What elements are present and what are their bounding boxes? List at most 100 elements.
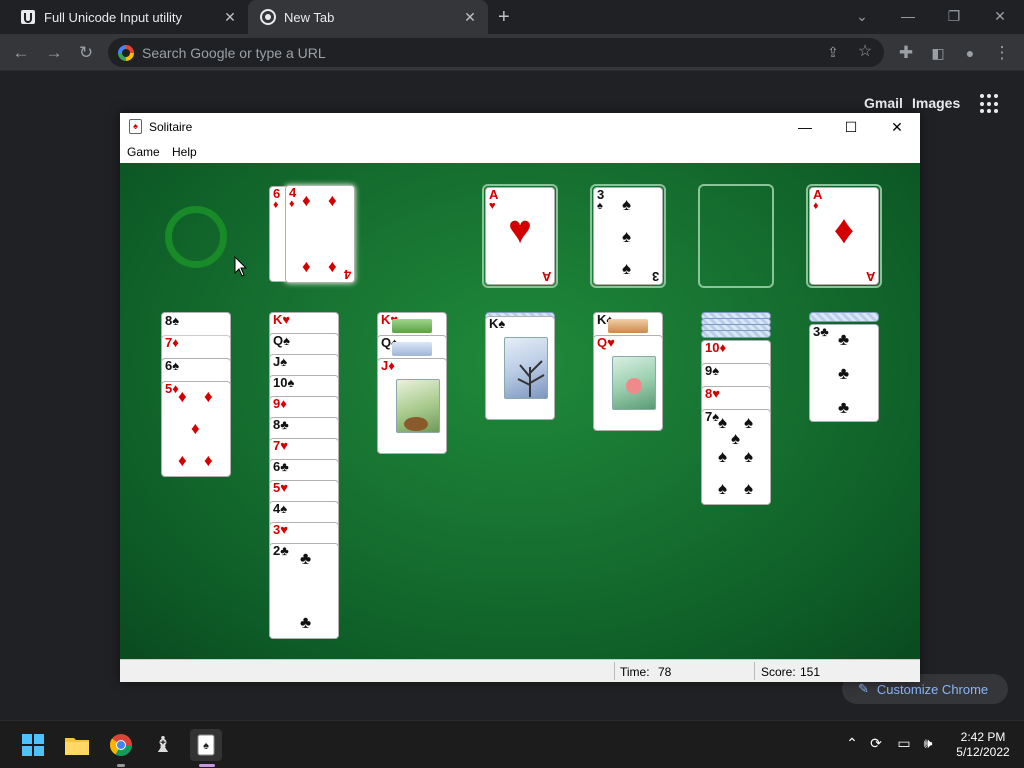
solitaire-taskbar-icon[interactable]: ♠ bbox=[190, 729, 222, 761]
face-down-card bbox=[701, 330, 771, 338]
chrome-app-icon[interactable] bbox=[105, 729, 137, 761]
running-indicator bbox=[199, 764, 215, 767]
diamond-pip-icon: ♦ bbox=[328, 191, 337, 210]
minimize-icon[interactable]: — bbox=[782, 113, 828, 141]
forward-arrow-icon[interactable]: → bbox=[43, 42, 65, 64]
spade-pip-icon: ♠ bbox=[744, 479, 754, 498]
tableau-card-jack-diamonds[interactable]: J♦ bbox=[377, 358, 447, 454]
king-face-art bbox=[392, 319, 432, 333]
card-rank: 4 bbox=[343, 267, 351, 282]
close-tab-icon[interactable]: ✕ bbox=[462, 9, 478, 25]
chess-app-icon[interactable]: ♝ bbox=[147, 729, 179, 761]
tray-overflow-chevron-icon[interactable]: ⌃ bbox=[842, 735, 862, 752]
spade-pip-icon: ♠ bbox=[718, 413, 728, 432]
menu-help[interactable]: Help bbox=[172, 145, 197, 159]
restore-icon[interactable]: ❐ bbox=[934, 4, 974, 28]
window-title: Solitaire bbox=[149, 120, 193, 134]
tableau-card-queen-hearts[interactable]: Q♥ bbox=[593, 335, 663, 431]
foundation-card-ace-hearts[interactable]: A ♥ ♥ A bbox=[485, 187, 555, 285]
tableau-card-5-diamonds[interactable]: 5♦ ♦ ♦ ♦ ♦ ♦ bbox=[161, 381, 231, 477]
foundation-slot-empty[interactable] bbox=[698, 184, 774, 288]
tab-new-tab[interactable]: New Tab ✕ bbox=[248, 0, 488, 34]
card-rank: 3 bbox=[651, 269, 659, 284]
network-icon[interactable]: ▭ bbox=[894, 735, 914, 752]
volume-icon[interactable]: 🕪 bbox=[918, 735, 938, 752]
profile-avatar-icon[interactable]: ● bbox=[959, 42, 981, 64]
spade-pip-icon: ♠ bbox=[622, 227, 632, 246]
spade-pip-icon: ♠ bbox=[622, 259, 632, 278]
spade-pip-icon: ♠ bbox=[718, 479, 728, 498]
foundation-card-ace-diamonds[interactable]: A ♦ ♦ A bbox=[809, 187, 879, 285]
tab-title: Full Unicode Input utility bbox=[44, 9, 183, 25]
omnibox-input[interactable] bbox=[142, 43, 802, 63]
solitaire-window: ♠ Solitaire — ☐ ✕ Game Help 6 ♦ 4 ♦ ♦ ♦ … bbox=[120, 113, 920, 682]
spade-pip-icon: ♠ bbox=[622, 195, 632, 214]
maximize-icon[interactable]: ☐ bbox=[828, 113, 874, 141]
tray-clock[interactable]: 2:42 PM 5/12/2022 bbox=[946, 730, 1020, 760]
reload-icon[interactable]: ↻ bbox=[75, 42, 97, 64]
card-label: 8♥ bbox=[705, 386, 720, 401]
card-label: K♠ bbox=[489, 316, 506, 331]
bookmark-star-icon[interactable]: ☆ bbox=[854, 41, 876, 63]
status-divider bbox=[614, 662, 615, 680]
gmail-link[interactable]: Gmail bbox=[864, 95, 903, 111]
browser-tab-strip: Full Unicode Input utility ✕ New Tab ✕ +… bbox=[0, 0, 1024, 34]
card-label: 5♦ bbox=[165, 381, 179, 396]
king-face-art bbox=[608, 319, 648, 333]
close-window-icon[interactable]: ✕ bbox=[874, 113, 920, 141]
time-value: 78 bbox=[658, 665, 672, 679]
spade-pip-icon: ♠ bbox=[731, 429, 741, 448]
club-pip-icon: ♣ bbox=[838, 398, 850, 417]
queen-face-art bbox=[392, 342, 432, 356]
close-window-icon[interactable]: ✕ bbox=[980, 4, 1020, 28]
images-link[interactable]: Images bbox=[912, 95, 960, 111]
tab-title: New Tab bbox=[284, 9, 335, 25]
heart-pip-icon: ♥ bbox=[508, 208, 532, 252]
omnibox[interactable]: ⇪ ☆ bbox=[108, 38, 884, 67]
more-menu-icon[interactable]: ⋮ bbox=[991, 42, 1013, 64]
card-label: 8♣ bbox=[273, 417, 289, 432]
winter-tree-art bbox=[517, 360, 545, 397]
rose-art bbox=[626, 378, 642, 394]
game-felt[interactable]: 6 ♦ 4 ♦ ♦ ♦ ♦ ♦ 4 A ♥ ♥ A 3 ♠ ♠ ♠ ♠ 3 A … bbox=[120, 163, 920, 659]
menu-game[interactable]: Game bbox=[127, 145, 160, 159]
card-label: 2♣ bbox=[273, 543, 289, 558]
card-label: 10♦ bbox=[705, 340, 727, 355]
sync-update-icon[interactable]: ⟳ bbox=[866, 735, 886, 752]
tab-search-chevron-icon[interactable]: ⌄ bbox=[842, 4, 882, 28]
card-label: 9♦ bbox=[273, 396, 287, 411]
start-windows-icon[interactable] bbox=[17, 729, 49, 761]
stock-recycle-icon[interactable] bbox=[165, 206, 227, 268]
tableau-card-7-spades[interactable]: 7♠ ♠ ♠ ♠ ♠ ♠ ♠ ♠ bbox=[701, 409, 771, 505]
diamond-pip-icon: ♦ bbox=[833, 208, 855, 252]
file-explorer-icon[interactable] bbox=[61, 729, 93, 761]
card-label: 3♣ bbox=[813, 324, 829, 339]
new-tab-plus-icon[interactable]: + bbox=[498, 0, 522, 34]
face-down-card bbox=[809, 312, 879, 322]
spade-pip-icon: ♠ bbox=[744, 413, 754, 432]
google-apps-grid-icon[interactable] bbox=[980, 94, 1000, 114]
back-arrow-icon[interactable]: ← bbox=[10, 42, 32, 64]
tableau-card-3-clubs[interactable]: 3♣ ♣ ♣ ♣ bbox=[809, 324, 879, 422]
side-panel-icon[interactable]: ◧ bbox=[927, 42, 949, 64]
card-label: 3♥ bbox=[273, 522, 288, 537]
tab-full-unicode-input[interactable]: Full Unicode Input utility ✕ bbox=[8, 0, 248, 34]
diamond-pip-icon: ♦ bbox=[328, 257, 337, 276]
extensions-puzzle-icon[interactable]: ✚ bbox=[895, 42, 917, 64]
status-divider bbox=[754, 662, 755, 680]
solitaire-titlebar[interactable]: ♠ Solitaire — ☐ ✕ bbox=[120, 113, 920, 141]
foundation-card-3-spades[interactable]: 3 ♠ ♠ ♠ ♠ 3 bbox=[593, 187, 663, 285]
diamond-pip-icon: ♦ bbox=[302, 191, 311, 210]
menu-bar: Game Help bbox=[120, 141, 920, 163]
card-label: J♦ bbox=[381, 358, 395, 373]
close-tab-icon[interactable]: ✕ bbox=[222, 9, 238, 25]
minimize-icon[interactable]: — bbox=[888, 4, 928, 28]
spade-pip-icon: ♠ bbox=[718, 447, 728, 466]
waste-top-card[interactable]: 4 ♦ ♦ ♦ ♦ ♦ 4 bbox=[285, 185, 355, 283]
diamond-pip-icon: ♦ bbox=[204, 387, 213, 406]
tableau-card[interactable]: 2♣ ♣ ♣ bbox=[269, 543, 339, 639]
tableau-card-king-spades[interactable]: K♠ bbox=[485, 316, 555, 420]
card-rank: A bbox=[541, 269, 551, 284]
share-icon[interactable]: ⇪ bbox=[822, 41, 844, 63]
windows-taskbar: ♝ ♠ ⌃ ⟳ ▭ 🕪 2:42 PM 5/12/2022 bbox=[0, 720, 1024, 768]
